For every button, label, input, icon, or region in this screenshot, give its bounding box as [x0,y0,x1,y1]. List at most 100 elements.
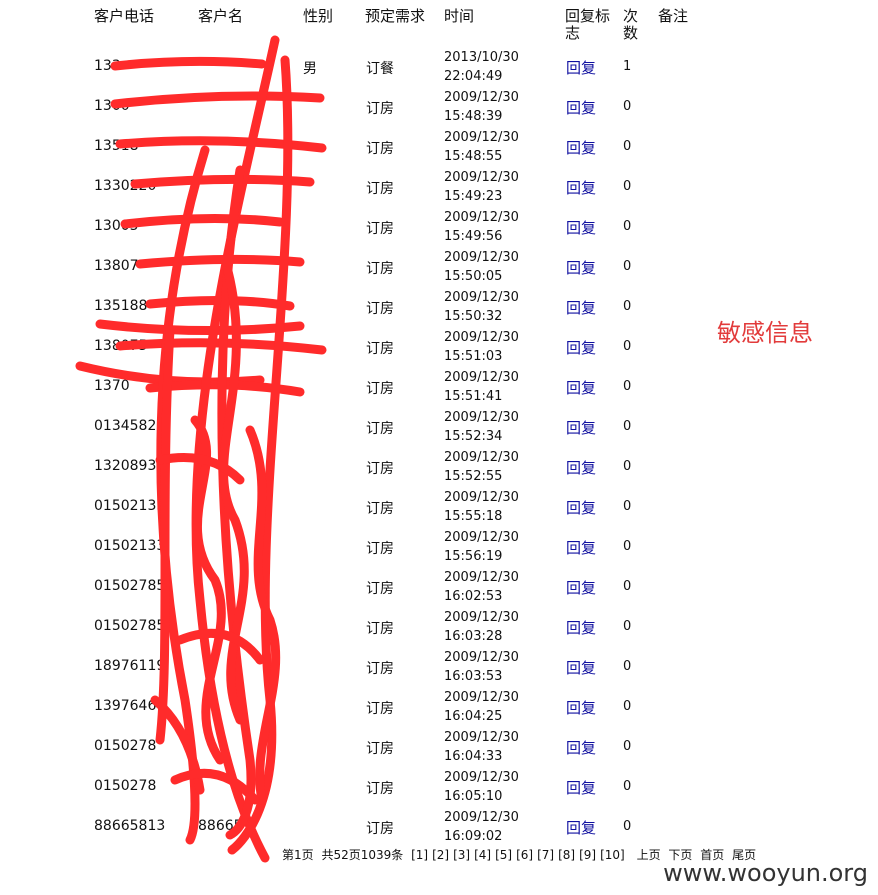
reply-link[interactable]: 回复 [566,337,596,358]
redaction-stroke [145,380,305,397]
cell-date: 2009/12/30 [444,130,519,145]
cell-date: 2009/12/30 [444,370,519,385]
cell-need: 订房 [366,581,394,597]
cell-need: 订房 [366,541,394,557]
cell-date: 2013/10/30 [444,50,519,65]
page-number-link[interactable]: [5] [495,848,512,862]
reply-link[interactable]: 回复 [566,297,596,318]
cell-need: 订房 [366,421,394,437]
reply-link[interactable]: 回复 [566,737,596,758]
cell-phone: 0150278 [94,778,157,794]
cell-count: 0 [623,779,632,794]
page-number-link[interactable]: [2] [432,848,449,862]
cell-date: 2009/12/30 [444,210,519,225]
cell-phone: 1300 [94,98,130,114]
cell-phone: 138075 [94,338,148,354]
page-number-link[interactable]: [10] [600,848,625,862]
cell-need: 订房 [366,381,394,397]
cell-need: 订餐 [366,61,394,77]
cell-need: 订房 [366,341,394,357]
cell-date: 2009/12/30 [444,330,519,345]
reply-link[interactable]: 回复 [566,217,596,238]
header-remark: 备注 [658,7,689,25]
reply-link[interactable]: 回复 [566,617,596,638]
redaction-stroke [115,136,327,153]
page-number-link[interactable]: [9] [579,848,596,862]
reply-link[interactable]: 回复 [566,257,596,278]
cell-clock: 15:56:19 [444,549,503,564]
cell-clock: 16:05:10 [444,789,503,804]
cell-phone: 0134582 [94,418,157,434]
reply-link[interactable]: 回复 [566,377,596,398]
redaction-stroke [155,325,175,745]
redaction-stroke [190,415,226,765]
cell-count: 0 [623,379,632,394]
sensitive-info-note: 敏感信息 [717,319,813,347]
cell-count: 0 [623,579,632,594]
cell-need: 订房 [366,261,394,277]
cell-date: 2009/12/30 [444,410,519,425]
header-need: 预定需求 [365,7,426,25]
cell-date: 2009/12/30 [444,90,519,105]
cell-phone: 88665813 [94,818,166,834]
header-time: 时间 [444,7,475,25]
cell-clock: 15:52:55 [444,469,503,484]
cell-count: 0 [623,99,632,114]
reply-link[interactable]: 回复 [566,817,596,838]
cell-need: 订房 [366,181,394,197]
redaction-stroke [150,695,205,795]
reply-link[interactable]: 回复 [566,497,596,518]
redaction-stroke [155,453,245,485]
redaction-stroke [145,295,295,311]
cell-need: 订房 [366,221,394,237]
page-number-link[interactable]: [4] [474,848,491,862]
cell-phone: 135188 [94,298,148,314]
cell-phone: 13518 [94,138,139,154]
page-number-link[interactable]: [6] [516,848,533,862]
reply-link[interactable]: 回复 [566,657,596,678]
cell-need: 订房 [366,661,394,677]
redaction-stroke [245,425,281,805]
cell-phone: 18976119 [94,658,166,674]
page-number-link[interactable]: [3] [453,848,470,862]
cell-phone: 1370 [94,378,130,394]
cell-clock: 16:09:02 [444,829,503,844]
cell-date: 2009/12/30 [444,290,519,305]
reply-link[interactable]: 回复 [566,697,596,718]
reply-link[interactable]: 回复 [566,777,596,798]
cell-count: 0 [623,619,632,634]
redaction-stroke [130,174,315,189]
cell-clock: 15:49:56 [444,229,503,244]
redaction-stroke [175,628,265,665]
cell-need: 订房 [366,621,394,637]
reply-link[interactable]: 回复 [566,57,596,78]
reply-link[interactable]: 回复 [566,417,596,438]
redaction-stroke [227,55,293,855]
page-number-link[interactable]: [7] [537,848,554,862]
prev-page-link[interactable]: 上页 [637,848,661,862]
cell-count: 0 [623,219,632,234]
reply-link[interactable]: 回复 [566,137,596,158]
cell-need: 订房 [366,461,394,477]
header-gender: 性别 [303,7,334,25]
redaction-stroke [191,35,280,863]
cell-count: 0 [623,539,632,554]
cell-date: 2009/12/30 [444,250,519,265]
cell-phone: 13807 [94,258,139,274]
reply-link[interactable]: 回复 [566,97,596,118]
reply-link[interactable]: 回复 [566,577,596,598]
cell-date: 2009/12/30 [444,730,519,745]
cell-count: 0 [623,499,632,514]
reply-link[interactable]: 回复 [566,177,596,198]
reply-link[interactable]: 回复 [566,537,596,558]
cell-date: 2009/12/30 [444,810,519,825]
page-number-link[interactable]: [8] [558,848,575,862]
cell-clock: 15:48:55 [444,149,503,164]
cell-count: 0 [623,139,632,154]
watermark: www.wooyun.org [663,859,868,887]
cell-clock: 15:49:23 [444,189,503,204]
reply-link[interactable]: 回复 [566,457,596,478]
cell-count: 0 [623,299,632,314]
page-number-link[interactable]: [1] [411,848,428,862]
redaction-scribble [75,35,327,863]
